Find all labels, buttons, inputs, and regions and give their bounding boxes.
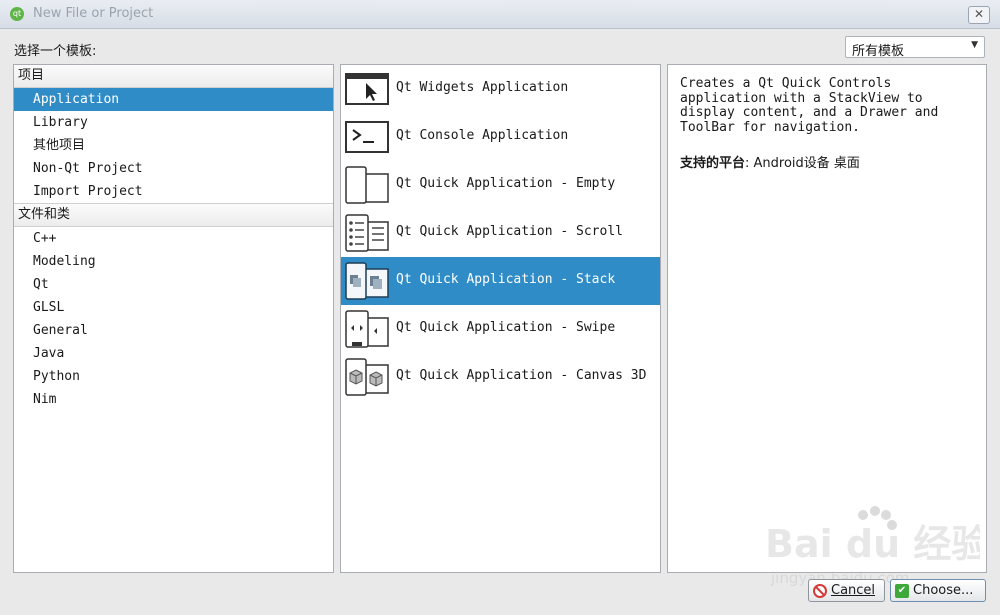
quick-empty-phone-icon (345, 166, 389, 204)
category-item-other-projects[interactable]: 其他项目 (14, 134, 333, 157)
category-item-application[interactable]: Application (14, 88, 333, 111)
platforms-values: Android设备 桌面 (753, 156, 860, 171)
cancel-button-label: Cancel (831, 583, 876, 598)
choose-button[interactable]: ✔ Choose... (890, 579, 986, 602)
category-item-modeling[interactable]: Modeling (14, 250, 333, 273)
template-description-panel: Creates a Qt Quick Controls application … (667, 64, 987, 573)
platforms-label: 支持的平台 (680, 156, 746, 171)
template-item-widgets[interactable]: Qt Widgets Application (341, 65, 660, 113)
cancel-button[interactable]: Cancel (808, 579, 885, 602)
category-item-library[interactable]: Library (14, 111, 333, 134)
category-item-import-project[interactable]: Import Project (14, 180, 333, 203)
template-item-quick-canvas3d[interactable]: Qt Quick Application - Canvas 3D (341, 353, 660, 401)
category-header-files: 文件和类 (14, 203, 333, 227)
choose-button-label: Choose... (913, 583, 974, 598)
quick-swipe-arrows-icon (345, 310, 389, 348)
quick-scroll-list-icon (345, 214, 389, 252)
category-item-qt[interactable]: Qt (14, 273, 333, 296)
filter-selected-value: 所有模板 (852, 44, 905, 59)
category-header-projects: 项目 (14, 65, 333, 88)
category-item-general[interactable]: General (14, 319, 333, 342)
qt-logo-icon: qt (10, 7, 24, 21)
template-item-console[interactable]: Qt Console Application (341, 113, 660, 161)
template-list[interactable]: Qt Widgets Application Qt Console Applic… (340, 64, 661, 573)
template-item-quick-scroll[interactable]: Qt Quick Application - Scroll (341, 209, 660, 257)
category-item-glsl[interactable]: GLSL (14, 296, 333, 319)
watermark-text: Bai du 经验 (765, 522, 980, 566)
category-item-nim[interactable]: Nim (14, 388, 333, 411)
category-item-non-qt-project[interactable]: Non-Qt Project (14, 157, 333, 180)
title-bar: qt New File or Project ✕ (0, 0, 1000, 29)
template-label: Qt Quick Application - Scroll (396, 224, 623, 239)
widgets-window-cursor-icon (345, 73, 389, 105)
template-label: Qt Console Application (396, 128, 569, 143)
platforms-separator: : (745, 156, 754, 171)
category-list[interactable]: 项目 Application Library 其他项目 Non-Qt Proje… (13, 64, 334, 573)
supported-platforms: 支持的平台: Android设备 桌面 (668, 135, 986, 171)
chevron-down-icon: ▼ (971, 40, 978, 50)
category-item-java[interactable]: Java (14, 342, 333, 365)
template-label: Qt Quick Application - Stack (396, 272, 616, 287)
template-filter-select[interactable]: 所有模板 ▼ (845, 36, 985, 59)
template-item-quick-swipe[interactable]: Qt Quick Application - Swipe (341, 305, 660, 353)
template-label: Qt Quick Application - Empty (396, 176, 616, 191)
checkmark-icon: ✔ (895, 583, 909, 598)
quick-stack-cards-icon (345, 262, 389, 300)
window-title: New File or Project (33, 6, 154, 21)
template-item-quick-stack[interactable]: Qt Quick Application - Stack (341, 257, 660, 305)
choose-template-label: 选择一个模板: (14, 44, 97, 59)
template-label: Qt Widgets Application (396, 80, 569, 95)
template-label: Qt Quick Application - Swipe (396, 320, 616, 335)
quick-canvas-cube-icon (345, 358, 389, 396)
template-label: Qt Quick Application - Canvas 3D (396, 368, 647, 383)
category-item-python[interactable]: Python (14, 365, 333, 388)
cancel-icon (813, 583, 827, 598)
console-prompt-icon (345, 121, 389, 153)
template-description: Creates a Qt Quick Controls application … (680, 76, 939, 135)
template-item-quick-empty[interactable]: Qt Quick Application - Empty (341, 161, 660, 209)
category-item-cpp[interactable]: C++ (14, 227, 333, 250)
close-button[interactable]: ✕ (968, 6, 990, 24)
